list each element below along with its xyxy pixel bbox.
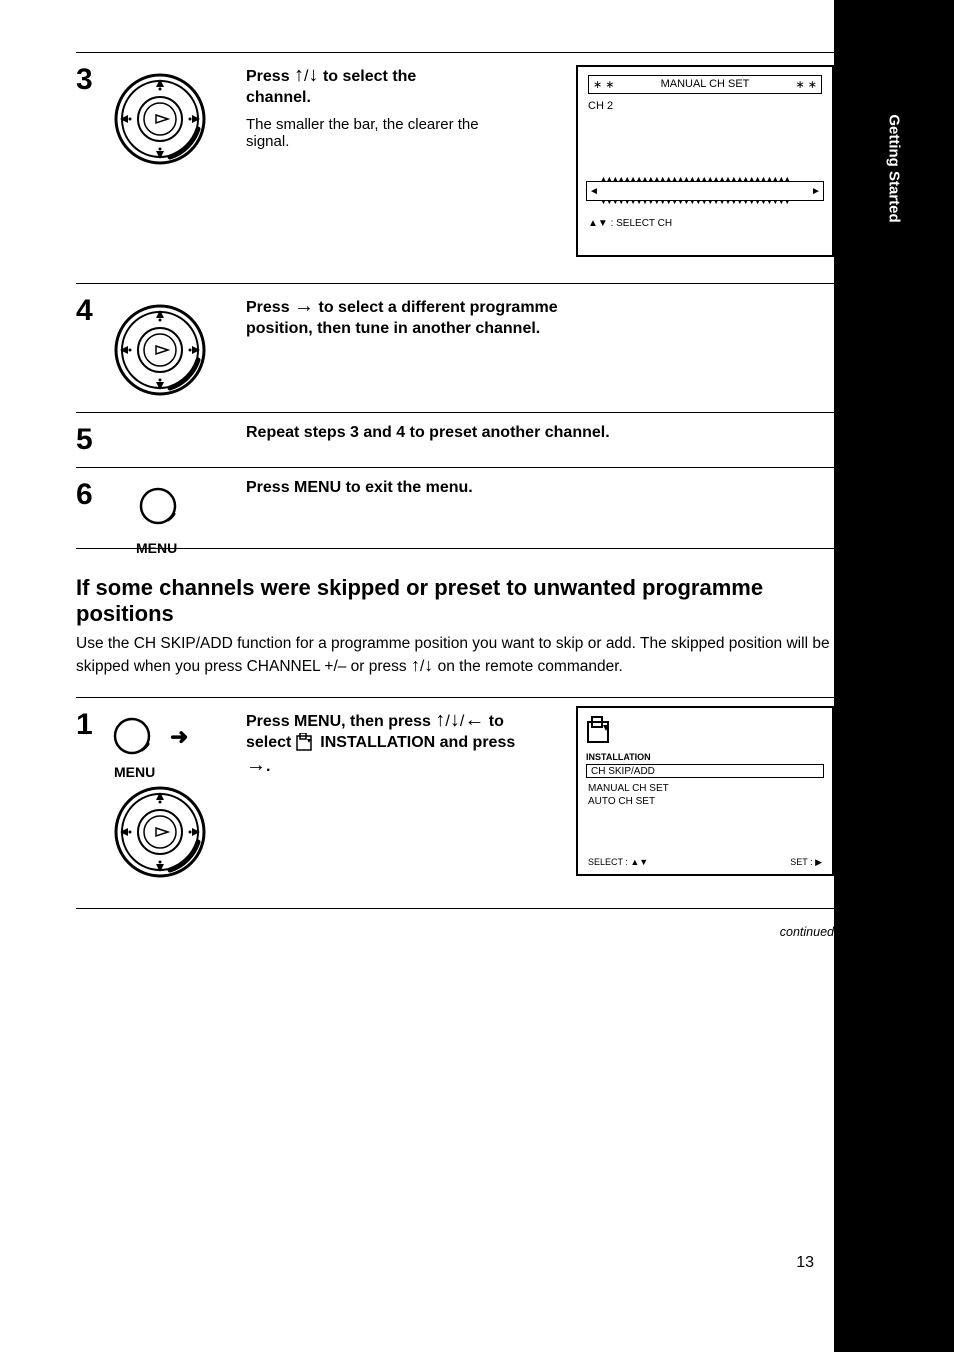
text: to select a different programme [319, 299, 558, 316]
asterisks: ∗ ∗ [795, 78, 817, 91]
step-text: Press → to select a different programme … [246, 294, 834, 339]
text: on the remote commander. [438, 658, 623, 675]
section-heading: If some channels were skipped or preset … [76, 575, 834, 628]
page-content: 3 Press ↑/↓ [76, 0, 834, 939]
menu-button-icon [112, 716, 154, 758]
menu-button-icon [138, 486, 180, 528]
step-number: 3 [76, 63, 93, 97]
divider [76, 908, 834, 909]
screen-footer: SELECT : ▲▼ SET : ▶ [588, 857, 822, 868]
dpad-icon [112, 784, 208, 880]
step-text: Repeat steps 3 and 4 to preset another c… [246, 423, 834, 443]
installation-icon [296, 733, 316, 751]
step-number: 5 [76, 423, 93, 457]
continued-label: continued [76, 925, 834, 939]
screen-title-text: MANUAL CH SET [661, 78, 750, 91]
footer-left: SELECT : ▲▼ [588, 857, 648, 868]
text: Press [246, 68, 294, 85]
menu-label: MENU [136, 540, 177, 556]
section-paragraph: Use the CH SKIP/ADD function for a progr… [76, 634, 834, 677]
step-text: Press MENU to exit the menu. [246, 478, 834, 498]
text: INSTALLATION and press [320, 734, 515, 751]
menu-item: AUTO CH SET [588, 795, 669, 808]
text: . [266, 758, 270, 775]
step-number: 6 [76, 478, 93, 512]
arrow-right-icon: ➜ [170, 724, 188, 750]
dpad-icon [112, 71, 208, 167]
signal-bar: ◄ ► [586, 181, 824, 201]
screen-footer: ▲▼ : SELECT CH [588, 218, 822, 229]
text: Press [246, 299, 294, 316]
menu-item: CH SKIP/ADD [587, 766, 655, 777]
text: channel. [246, 89, 311, 106]
menu-label: MENU [114, 764, 208, 780]
text: position, then tune in another channel. [246, 320, 540, 337]
text: Press MENU to exit the menu. [246, 479, 473, 496]
step-number: 1 [76, 708, 93, 742]
screen-highlight: CH SKIP/ADD [586, 764, 824, 778]
screen-menu-list: MANUAL CH SET AUTO CH SET [588, 782, 669, 808]
screen-title-text: INSTALLATION [586, 752, 651, 762]
menu-item: MANUAL CH SET [588, 782, 669, 795]
step-number: 4 [76, 294, 93, 328]
side-tab-label: Getting Started [886, 114, 903, 222]
text: to [489, 713, 504, 730]
left-arrow-icon: ◄ [587, 186, 601, 197]
right-arrow-icon: ► [809, 186, 823, 197]
page-number: 13 [796, 1254, 814, 1272]
step-note: The smaller the bar, the clearer the sig… [246, 116, 526, 150]
asterisks: ∗ ∗ [593, 78, 615, 91]
screen-channel: CH 2 [588, 100, 822, 112]
footer-right: SET : ▶ [790, 857, 822, 868]
text: to select the [323, 68, 416, 85]
tv-screen-mock: INSTALLATION CH SKIP/ADD MANUAL CH SET A… [576, 706, 834, 876]
side-tab: Getting Started [834, 0, 954, 1352]
text: Repeat steps 3 and 4 to preset another c… [246, 424, 610, 441]
dpad-icon [112, 302, 208, 398]
screen-title: ∗ ∗ MANUAL CH SET ∗ ∗ [588, 75, 822, 94]
installation-icon [586, 716, 616, 744]
text: Press MENU, then press [246, 713, 435, 730]
text: select [246, 734, 296, 751]
tv-screen-mock: ∗ ∗ MANUAL CH SET ∗ ∗ CH 2 ▲▲▲▲▲▲▲▲▲▲▲▲▲… [576, 65, 834, 257]
divider [76, 548, 834, 549]
